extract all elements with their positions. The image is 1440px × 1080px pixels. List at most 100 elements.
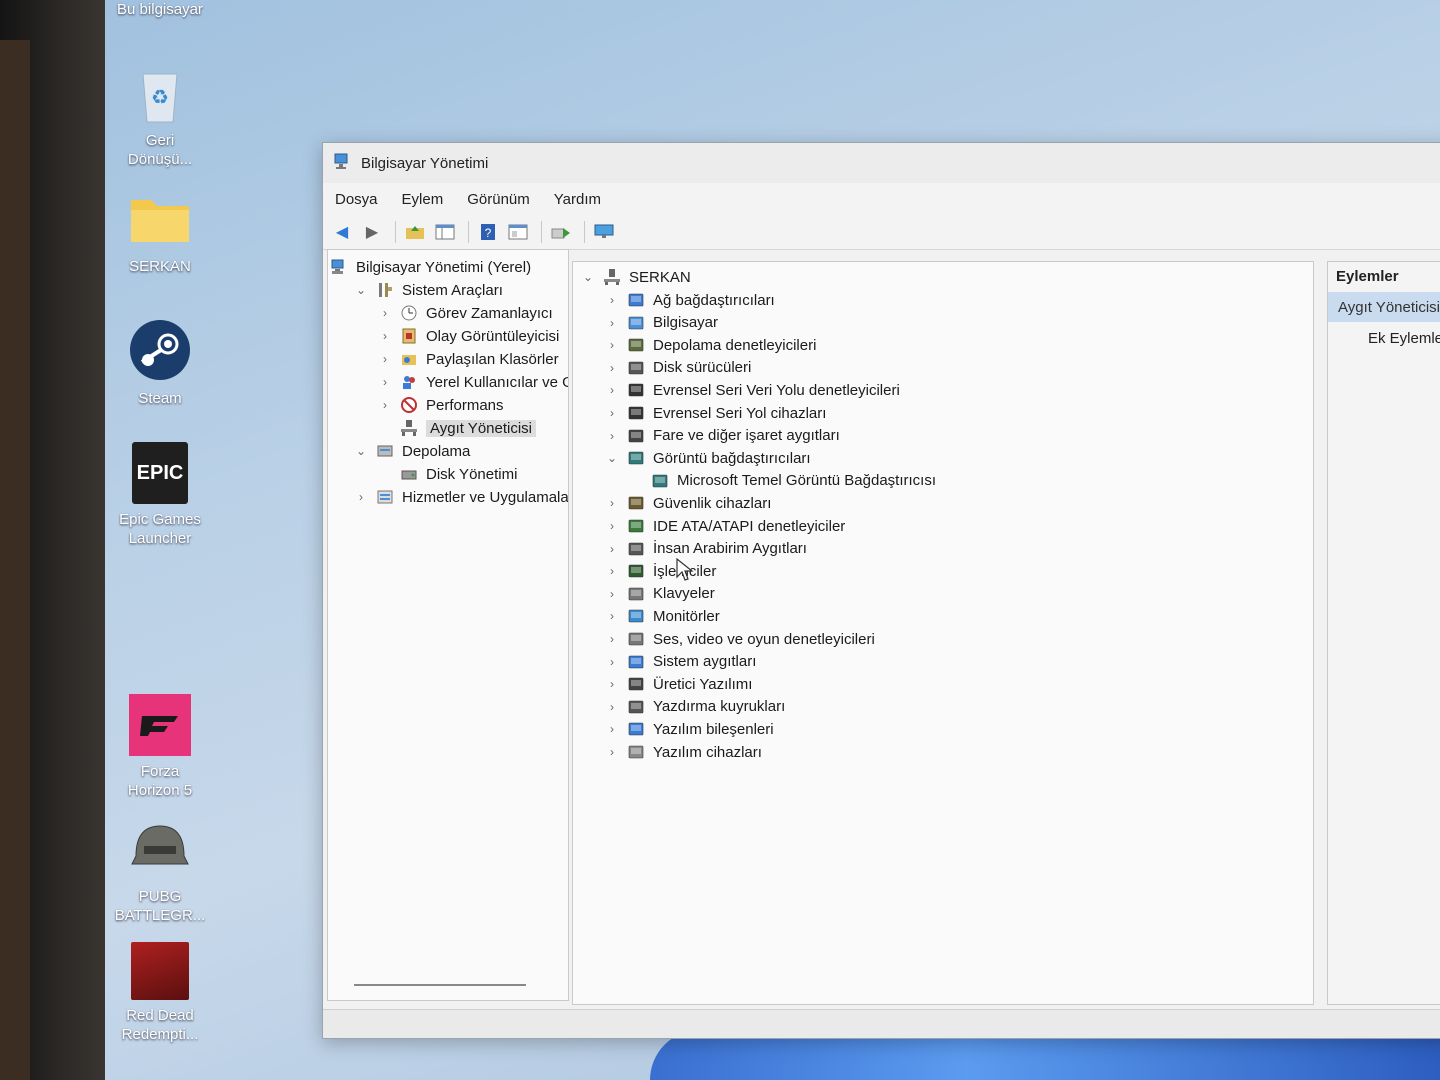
chevron-right-icon[interactable]: › — [605, 632, 619, 646]
desktop-icon-recycle-bin[interactable]: ♻ Geri Dönüşü... — [105, 66, 215, 169]
console-tree-item[interactable]: Bilgisayar Yönetimi (Yerel) — [330, 256, 531, 278]
chevron-right-icon[interactable]: › — [605, 338, 619, 352]
device-category-item[interactable]: › Sistem aygıtları — [605, 651, 756, 673]
device-category-item[interactable]: › Bilgisayar — [605, 312, 718, 334]
device-category-item[interactable]: › Ses, video ve oyun denetleyicileri — [605, 628, 875, 650]
console-tree-item[interactable]: › Yerel Kullanıcılar ve Gru — [378, 371, 568, 393]
chevron-right-icon[interactable]: › — [605, 700, 619, 714]
desktop-icon-pubg[interactable]: PUBG BATTLEGR... — [105, 820, 215, 925]
device-category-item[interactable]: Microsoft Temel Görüntü Bağdaştırıcısı — [629, 470, 936, 492]
more-actions-link[interactable]: Ek Eylemler — [1368, 330, 1440, 347]
desktop-icon-epic-games[interactable]: EPIC Epic Games Launcher — [105, 442, 215, 548]
monitor-icon[interactable] — [591, 220, 617, 244]
chevron-right-icon[interactable]: › — [605, 677, 619, 691]
console-tree-item[interactable]: ⌄ Sistem Araçları — [354, 279, 503, 301]
menu-yardim[interactable]: Yardım — [554, 191, 601, 208]
console-tree-item-label: Bilgisayar Yönetimi (Yerel) — [356, 258, 532, 276]
device-category-item[interactable]: › İnsan Arabirim Aygıtları — [605, 538, 807, 560]
device-category-item[interactable]: › Evrensel Seri Veri Yolu denetleyicileri — [605, 379, 900, 401]
chevron-right-icon[interactable]: › — [605, 609, 619, 623]
console-tree-item[interactable]: Disk Yönetimi — [378, 463, 517, 485]
chevron-right-icon[interactable]: › — [605, 542, 619, 556]
menu-gorunum[interactable]: Görünüm — [467, 191, 530, 208]
device-category-item[interactable]: › Yazılım bileşenleri — [605, 718, 774, 740]
chevron-right-icon[interactable]: › — [605, 519, 619, 533]
forward-arrow-icon[interactable]: ▶ — [359, 220, 385, 244]
properties-icon[interactable] — [505, 220, 531, 244]
menu-eylem[interactable]: Eylem — [402, 191, 444, 208]
console-tree-item[interactable]: › Görev Zamanlayıcı — [378, 302, 553, 324]
show-hide-console-tree-icon[interactable] — [432, 220, 458, 244]
console-tree-item-label: Yerel Kullanıcılar ve Gru — [426, 373, 568, 391]
console-tree-item[interactable]: › Paylaşılan Klasörler — [378, 348, 559, 370]
desktop-icon-forza[interactable]: Forza Horizon 5 — [105, 694, 215, 800]
event-viewer-icon — [400, 327, 418, 345]
desktop-icon-red-dead[interactable]: Red Dead Redempti... — [105, 942, 215, 1044]
device-category-item[interactable]: › Depolama denetleyicileri — [605, 334, 816, 356]
chevron-right-icon[interactable]: › — [605, 361, 619, 375]
device-category-item[interactable]: › Klavyeler — [605, 583, 715, 605]
device-category-item[interactable]: ›İşlemciler — [605, 560, 716, 582]
device-category-item[interactable]: › Evrensel Seri Yol cihazları — [605, 402, 826, 424]
chevron-right-icon[interactable]: › — [378, 398, 392, 412]
steam-icon — [105, 318, 215, 387]
title-bar[interactable]: Bilgisayar Yönetimi — [323, 143, 1440, 183]
chevron-down-icon[interactable]: ⌄ — [354, 444, 368, 458]
back-arrow-icon[interactable]: ◀ — [329, 220, 355, 244]
console-tree-item[interactable]: › Hizmetler ve Uygulamalar — [354, 486, 568, 508]
chevron-down-icon[interactable]: ⌄ — [605, 451, 619, 465]
device-category-item[interactable]: › Yazdırma kuyrukları — [605, 696, 785, 718]
chevron-right-icon[interactable]: › — [605, 564, 619, 578]
device-category-item[interactable]: › Üretici Yazılımı — [605, 673, 752, 695]
chevron-right-icon[interactable]: › — [605, 383, 619, 397]
chevron-right-icon[interactable]: › — [605, 722, 619, 736]
device-category-item[interactable]: › Yazılım cihazları — [605, 741, 762, 763]
device-tree-root[interactable]: ⌄ SERKAN — [581, 266, 691, 288]
console-tree-item-label: Görev Zamanlayıcı — [426, 304, 553, 322]
chevron-right-icon[interactable]: › — [605, 655, 619, 669]
chevron-down-icon[interactable]: ⌄ — [354, 283, 368, 297]
horizontal-scrollbar[interactable] — [354, 984, 526, 986]
actions-selected-label: Aygıt Yöneticisi — [1338, 298, 1440, 316]
device-category-label: Evrensel Seri Veri Yolu denetleyicileri — [653, 381, 900, 399]
chevron-right-icon[interactable]: › — [605, 293, 619, 307]
device-category-item[interactable]: › Ağ bağdaştırıcıları — [605, 289, 775, 311]
device-category-item[interactable]: › Monitörler — [605, 605, 720, 627]
console-tree-item[interactable]: › Performans — [378, 394, 504, 416]
chevron-right-icon[interactable]: › — [605, 316, 619, 330]
device-category-label: İnsan Arabirim Aygıtları — [653, 540, 807, 558]
actions-selected-item[interactable]: Aygıt Yöneticisi — [1328, 292, 1440, 322]
chevron-right-icon[interactable]: › — [605, 496, 619, 510]
display-adapter-icon — [651, 472, 669, 490]
device-category-label: Üretici Yazılımı — [653, 675, 753, 693]
chevron-right-icon[interactable]: › — [378, 329, 392, 343]
services-icon — [376, 488, 394, 506]
console-tree-item[interactable]: Aygıt Yöneticisi — [378, 417, 537, 439]
help-icon[interactable]: ? — [475, 220, 501, 244]
desktop-icon-steam[interactable]: Steam — [105, 318, 215, 408]
device-category-item[interactable]: ⌄ Görüntü bağdaştırıcıları — [605, 447, 811, 469]
chevron-right-icon[interactable]: › — [354, 490, 368, 504]
device-category-item[interactable]: › Disk sürücüleri — [605, 357, 751, 379]
device-category-item[interactable]: › Güvenlik cihazları — [605, 492, 771, 514]
console-tree-item[interactable]: ⌄ Depolama — [354, 440, 470, 462]
console-tree-item[interactable]: › Olay Görüntüleyicisi — [378, 325, 559, 347]
chevron-right-icon[interactable]: › — [605, 587, 619, 601]
chevron-right-icon[interactable]: › — [378, 352, 392, 366]
console-tree-item-label: Depolama — [402, 442, 471, 460]
chevron-right-icon[interactable]: › — [378, 375, 392, 389]
device-category-label: Evrensel Seri Yol cihazları — [653, 404, 827, 422]
menu-dosya[interactable]: Dosya — [335, 191, 378, 208]
chevron-right-icon[interactable]: › — [378, 306, 392, 320]
export-icon[interactable] — [548, 220, 574, 244]
chevron-right-icon[interactable]: › — [605, 745, 619, 759]
chevron-down-icon[interactable]: ⌄ — [581, 270, 595, 284]
device-category-item[interactable]: › IDE ATA/ATAPI denetleyiciler — [605, 515, 845, 537]
chevron-right-icon[interactable]: › — [605, 406, 619, 420]
device-category-item[interactable]: › Fare ve diğer işaret aygıtları — [605, 425, 840, 447]
desktop-icon-serkan[interactable]: SERKAN — [105, 192, 215, 276]
mouse-icon — [627, 427, 645, 445]
chevron-right-icon[interactable]: › — [605, 429, 619, 443]
toolbar: ◀ ▶ ? — [323, 215, 1440, 250]
up-folder-icon[interactable] — [402, 220, 428, 244]
